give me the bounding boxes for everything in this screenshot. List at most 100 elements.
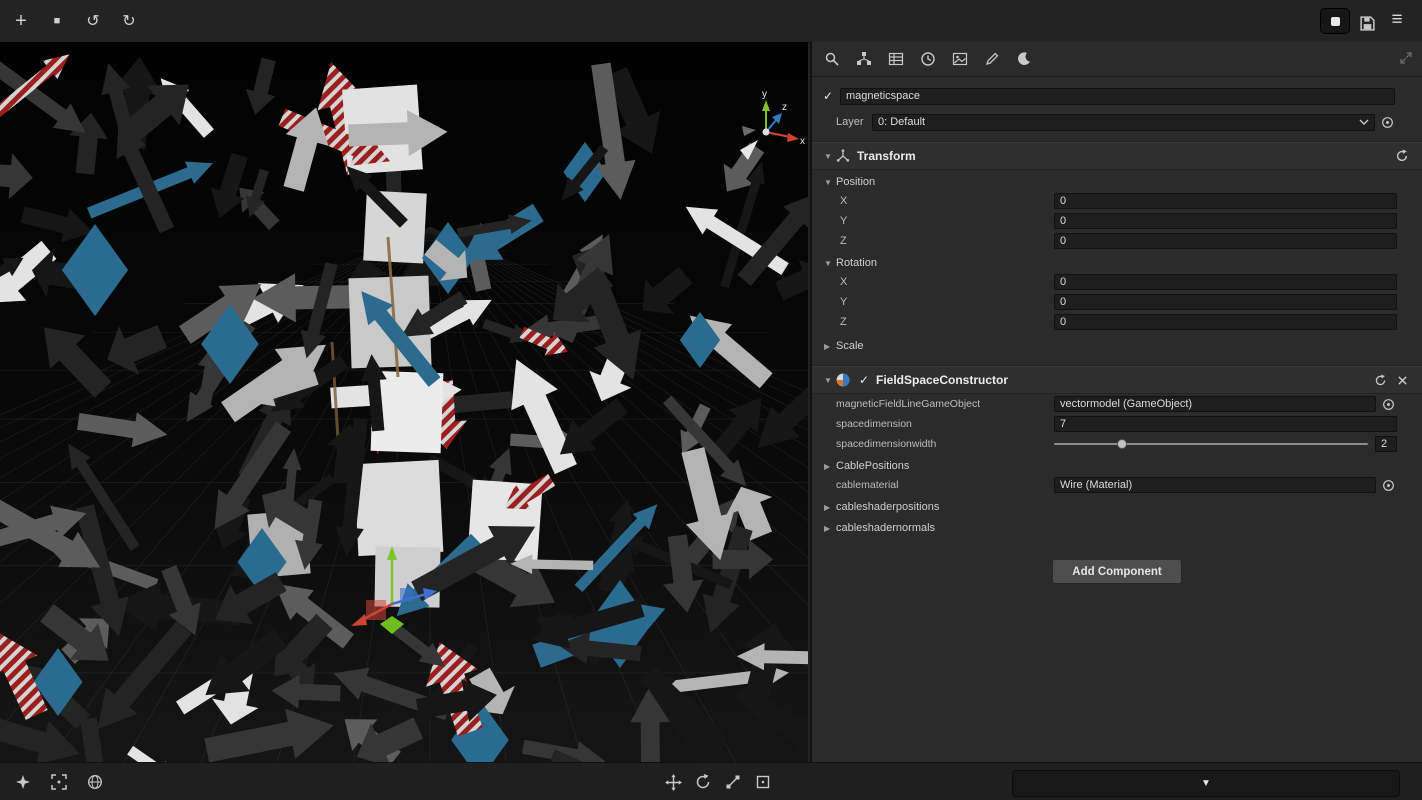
property-label: spacedimension [836, 418, 1054, 430]
layer-label: Layer [836, 116, 872, 128]
frame-button[interactable] [46, 769, 72, 795]
foldout-open-icon: ▼ [824, 376, 836, 385]
save-button[interactable] [1354, 10, 1380, 36]
add-component-button[interactable]: Add Component [1052, 559, 1182, 584]
theme-tab[interactable] [1014, 49, 1034, 69]
spacedimensionwidth-slider[interactable] [1054, 436, 1368, 452]
rotate-tool-button[interactable] [690, 769, 716, 795]
transform-title: Transform [857, 149, 916, 163]
image-tab[interactable] [950, 49, 970, 69]
expand-panel-button[interactable] [1400, 51, 1412, 69]
effects-button[interactable] [10, 769, 36, 795]
redo-button[interactable]: ↻ [116, 8, 142, 34]
foldout-closed-icon: ▶ [824, 524, 836, 533]
object-header: ✓ [820, 87, 1395, 105]
object-name-input[interactable] [840, 88, 1395, 105]
material-field[interactable]: Wire (Material) [1054, 477, 1376, 493]
slider-track[interactable] [1054, 443, 1368, 445]
pen-icon [984, 51, 1000, 67]
scene-canvas[interactable]: y z x [0, 42, 808, 762]
component-remove-button[interactable] [1394, 372, 1410, 388]
property-label: cableshaderpositions [836, 501, 939, 513]
top-toolbar: + ■ ↺ ↻ ≡ [0, 0, 1422, 43]
rotation-x-input[interactable] [1054, 274, 1397, 290]
scale-tool-button[interactable] [720, 769, 746, 795]
object-picker-button[interactable] [1381, 478, 1396, 493]
position-y-row: Y [812, 211, 1422, 231]
rotation-x-row: X [812, 272, 1422, 292]
spacedimension-input[interactable] [1054, 416, 1397, 432]
position-label: Position [836, 176, 875, 188]
save-icon [1359, 15, 1376, 32]
history-tab[interactable] [918, 49, 938, 69]
bottom-toolbar: ▼ [0, 762, 1422, 800]
property-label: cablematerial [836, 479, 1054, 491]
property-value: vectormodel (GameObject) [1060, 398, 1192, 410]
scale-icon [725, 774, 741, 790]
cableshadernormals-foldout[interactable]: ▶ cableshadernormals [812, 519, 1422, 537]
move-tool-button[interactable] [660, 769, 686, 795]
globe-icon [87, 774, 103, 790]
object-picker-button[interactable] [1381, 397, 1396, 412]
rotation-foldout[interactable]: ▼ Rotation [812, 254, 1422, 272]
position-x-input[interactable] [1054, 193, 1397, 209]
chevron-down-icon [1359, 118, 1369, 126]
scene-viewport[interactable]: y z x [0, 42, 808, 762]
rotation-z-input[interactable] [1054, 314, 1397, 330]
top-toolbar-left: + ■ ↺ ↻ [8, 0, 142, 42]
component-enabled-checkbox[interactable]: ✓ [857, 373, 871, 387]
undo-button[interactable]: ↺ [80, 8, 106, 34]
foldout-closed-icon: ▶ [824, 462, 836, 471]
property-row: cablematerial Wire (Material) [812, 475, 1422, 495]
globe-button[interactable] [82, 769, 108, 795]
picker-icon [1381, 116, 1394, 129]
component-header[interactable]: ▼ ✓ FieldSpaceConstructor [812, 366, 1422, 394]
hierarchy-tab[interactable] [854, 49, 874, 69]
layer-value: 0: Default [878, 116, 1359, 128]
menu-button[interactable]: ≡ [1384, 7, 1410, 33]
transform-header[interactable]: ▼ Transform [812, 142, 1422, 170]
foldout-closed-icon: ▶ [824, 503, 836, 512]
add-button[interactable]: + [8, 8, 34, 34]
edit-tab[interactable] [982, 49, 1002, 69]
slider-handle[interactable] [1117, 439, 1127, 449]
rect-tool-icon [755, 774, 771, 790]
transform-reset-button[interactable] [1394, 148, 1410, 164]
menu-icon: ≡ [1391, 9, 1402, 31]
axis-label: Y [840, 215, 1054, 227]
scale-foldout[interactable]: ▶ Scale [812, 337, 1422, 355]
cablepositions-foldout[interactable]: ▶ CablePositions [812, 457, 1422, 475]
transform-icon [836, 149, 850, 163]
axis-center[interactable] [763, 129, 770, 136]
square-button[interactable]: ■ [44, 8, 70, 34]
redo-icon: ↻ [122, 11, 135, 31]
position-foldout[interactable]: ▼ Position [812, 173, 1422, 191]
position-y-input[interactable] [1054, 213, 1397, 229]
scale-label: Scale [836, 340, 864, 352]
table-tab[interactable] [886, 49, 906, 69]
position-z-input[interactable] [1054, 233, 1397, 249]
search-tab[interactable] [822, 49, 842, 69]
layer-dropdown[interactable]: 0: Default [872, 114, 1375, 131]
rotation-y-input[interactable] [1054, 294, 1397, 310]
property-row: spacedimensionwidth [812, 434, 1422, 454]
cableshaderpositions-foldout[interactable]: ▶ cableshaderpositions [812, 498, 1422, 516]
gameobject-field[interactable]: vectormodel (GameObject) [1054, 396, 1376, 412]
layer-picker-button[interactable] [1380, 115, 1395, 130]
close-icon [1397, 375, 1408, 386]
bottom-dropdown[interactable]: ▼ [1012, 770, 1400, 797]
axis-label-z: z [782, 102, 787, 113]
property-row: magneticFieldLineGameObject vectormodel … [812, 394, 1422, 414]
axis-label: X [840, 276, 1054, 288]
component-reset-button[interactable] [1372, 372, 1388, 388]
record-stop-button[interactable] [1320, 8, 1350, 34]
slider-value-input[interactable] [1375, 436, 1397, 452]
rect-tool-button[interactable] [750, 769, 776, 795]
expand-icon [1400, 52, 1412, 64]
property-label: CablePositions [836, 460, 909, 472]
position-x-row: X [812, 191, 1422, 211]
object-enabled-checkbox[interactable]: ✓ [820, 89, 836, 103]
refresh-icon [1374, 374, 1387, 387]
axis-label: X [840, 195, 1054, 207]
property-label: cableshadernormals [836, 522, 935, 534]
